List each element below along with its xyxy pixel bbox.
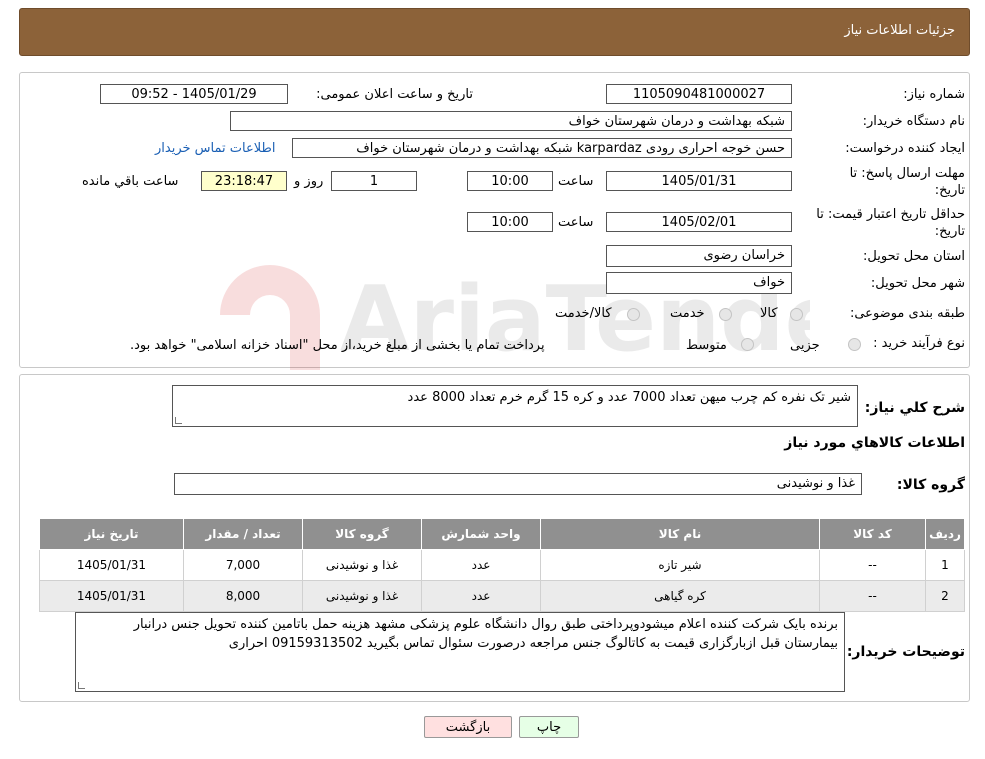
province-field: خراسان رضوی: [606, 245, 792, 267]
table-cell: 8,000: [183, 580, 303, 612]
category-label: طبقه بندی موضوعی:: [849, 306, 965, 321]
reply-date-field: 1405/01/31: [606, 171, 792, 191]
city-label: شهر محل تحویل:: [870, 276, 965, 291]
category-radio-goods-service[interactable]: [627, 308, 640, 321]
table-cell: غذا و نوشیدنی: [302, 549, 422, 581]
process-radio-minor[interactable]: [848, 338, 861, 351]
column-header: گروه کالا: [302, 518, 422, 550]
buyer-notes-label: توضيحات خريدار:: [846, 644, 965, 660]
category-radio-goods[interactable]: [790, 308, 803, 321]
remaining-time-label: ساعت باقي مانده: [82, 174, 179, 189]
buyer-org-field: شبکه بهداشت و درمان شهرستان خواف: [230, 111, 792, 131]
column-header: کد کالا: [819, 518, 926, 550]
table-cell: غذا و نوشیدنی: [302, 580, 422, 612]
buyer-notes-field: برنده بایک شرکت کننده اعلام میشودوپرداخت…: [75, 612, 845, 692]
announce-date-field: 1405/01/29 - 09:52: [100, 84, 288, 104]
summary-text: شیر تک نفره کم چرب میهن تعداد 7000 عدد و…: [407, 390, 851, 405]
buyer-contact-link[interactable]: اطلاعات تماس خریدار: [155, 141, 275, 156]
column-header: تاريخ نياز: [39, 518, 184, 550]
summary-field: شیر تک نفره کم چرب میهن تعداد 7000 عدد و…: [172, 385, 858, 427]
reply-time-field: 10:00: [467, 171, 553, 191]
buyer-notes-text: برنده بایک شرکت کننده اعلام میشودوپرداخت…: [133, 617, 838, 651]
column-header: نام کالا: [540, 518, 820, 550]
province-label: استان محل تحویل:: [863, 249, 965, 264]
payment-note: پرداخت تمام یا بخشی از مبلغ خرید،از محل …: [130, 338, 545, 353]
table-cell: کره گیاهی: [540, 580, 820, 612]
buyer-org-label: نام دستگاه خریدار:: [862, 114, 965, 129]
reply-time-label: ساعت: [558, 174, 594, 189]
reply-deadline-label: مهلت ارسال پاسخ: تا تاریخ:: [849, 166, 965, 198]
process-option-medium: متوسط: [686, 338, 727, 353]
table-cell: --: [819, 580, 926, 612]
table-cell: --: [819, 549, 926, 581]
validity-time-field: 10:00: [467, 212, 553, 232]
table-cell: 1: [925, 549, 965, 581]
creator-label: ایجاد کننده درخواست:: [845, 141, 965, 156]
validity-time-label: ساعت: [558, 215, 594, 230]
need-number-field: 1105090481000027: [606, 84, 792, 104]
table-cell: شیر تازه: [540, 549, 820, 581]
city-field: خواف: [606, 272, 792, 294]
table-cell: 7,000: [183, 549, 303, 581]
resize-handle-icon[interactable]: [175, 417, 182, 424]
table-header-row: رديف کد کالا نام کالا واحد شمارش گروه کا…: [39, 518, 965, 550]
category-option-goods-service: کالا/خدمت: [555, 306, 612, 321]
process-radio-medium[interactable]: [741, 338, 754, 351]
resize-handle-icon[interactable]: [78, 682, 85, 689]
announce-date-label: تاریخ و ساعت اعلان عمومی:: [316, 87, 473, 102]
table-cell: 1405/01/31: [39, 549, 184, 581]
summary-label: شرح کلي نياز:: [864, 400, 965, 416]
column-header: رديف: [925, 518, 965, 550]
column-header: واحد شمارش: [421, 518, 541, 550]
print-button[interactable]: چاپ: [519, 716, 579, 738]
category-radio-service[interactable]: [719, 308, 732, 321]
column-header: تعداد / مقدار: [183, 518, 303, 550]
need-number-label: شماره نیاز:: [903, 87, 965, 102]
table-cell: 1405/01/31: [39, 580, 184, 612]
goods-table: رديف کد کالا نام کالا واحد شمارش گروه کا…: [39, 518, 965, 612]
price-validity-label: حداقل تاریخ اعتبار قیمت: تا تاریخ:: [816, 207, 965, 239]
days-label: روز و: [294, 174, 324, 189]
back-button[interactable]: بازگشت: [424, 716, 512, 738]
table-cell: 2: [925, 580, 965, 612]
days-remaining-field: 1: [331, 171, 417, 191]
page-title: جزئیات اطلاعات نیاز: [844, 23, 955, 38]
process-option-minor: جزیی: [790, 338, 820, 353]
creator-field: حسن خوجه احراری رودی karpardaz شبکه بهدا…: [292, 138, 792, 158]
table-cell: عدد: [421, 580, 541, 612]
category-option-service: خدمت: [670, 306, 705, 321]
goods-info-title: اطلاعات کالاهاي مورد نياز: [784, 435, 965, 451]
table-cell: عدد: [421, 549, 541, 581]
goods-group-label: گروه کالا:: [896, 477, 965, 493]
category-option-goods: کالا: [760, 306, 778, 321]
table-row: 1 -- شیر تازه عدد غذا و نوشیدنی 7,000 14…: [39, 549, 965, 581]
process-type-label: نوع فرآیند خرید :: [873, 336, 965, 351]
validity-date-field: 1405/02/01: [606, 212, 792, 232]
remaining-time-field: 23:18:47: [201, 171, 287, 191]
goods-group-field: غذا و نوشیدنی: [174, 473, 862, 495]
table-row: 2 -- کره گیاهی عدد غذا و نوشیدنی 8,000 1…: [39, 580, 965, 612]
page-header: جزئیات اطلاعات نیاز: [19, 8, 970, 56]
